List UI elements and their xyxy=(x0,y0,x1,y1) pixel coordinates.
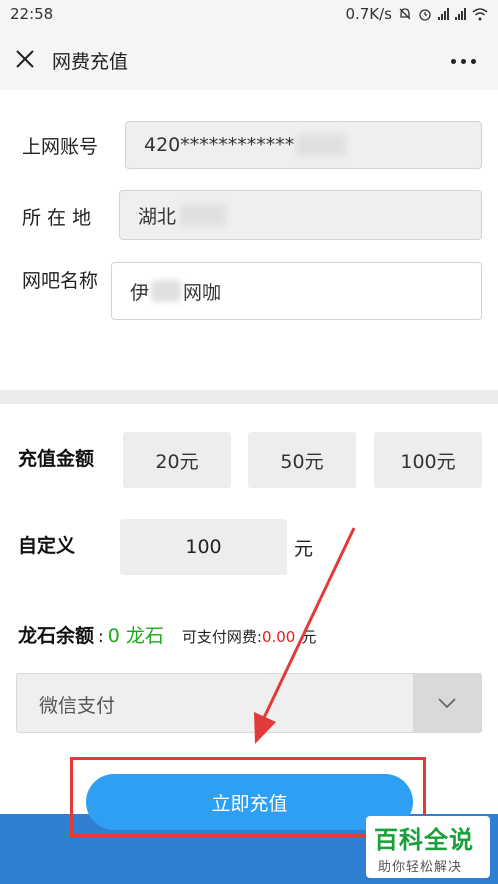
status-indicators: 0.7K/s xyxy=(345,5,488,23)
wifi-icon xyxy=(472,7,488,20)
watermark-logo: 百科全说 助你轻松解决 xyxy=(366,816,490,878)
watermark-title: 百科全说 xyxy=(374,826,474,854)
amount-option-50[interactable]: 50元 xyxy=(248,432,356,488)
account-label: 上网账号 xyxy=(22,136,99,158)
amount-label: 充值金额 xyxy=(18,448,95,470)
network-speed: 0.7K/s xyxy=(345,5,392,23)
account-value: 420************ xyxy=(144,134,295,156)
payable-label: 可支付网费: xyxy=(181,628,262,646)
account-field: 420************ xyxy=(125,121,482,169)
custom-amount-unit: 元 xyxy=(294,538,314,560)
alarm-icon xyxy=(419,9,431,21)
section-divider xyxy=(0,390,498,404)
balance-row: 龙石余额 : 0 龙石 可支付网费: 0.00 元 xyxy=(18,621,316,648)
payable-unit: 元 xyxy=(301,628,317,646)
status-time: 22:58 xyxy=(10,5,54,23)
cafe-field: 伊 网咖 xyxy=(111,262,482,320)
page-title: 网费充值 xyxy=(52,51,129,73)
cafe-value-end: 网咖 xyxy=(183,281,222,304)
payment-method-value: 微信支付 xyxy=(39,695,116,717)
status-bar: 22:58 0.7K/s xyxy=(0,0,498,30)
amount-option-100[interactable]: 100元 xyxy=(374,432,482,488)
cafe-label: 网吧名称 xyxy=(22,270,99,292)
location-label: 所 在 地 xyxy=(22,207,92,229)
location-value: 湖北 xyxy=(138,205,177,228)
nav-bar: 网费充值 xyxy=(0,30,498,90)
dropdown-toggle[interactable] xyxy=(413,674,481,732)
amount-option-20[interactable]: 20元 xyxy=(123,432,231,488)
custom-amount-label: 自定义 xyxy=(18,535,76,557)
location-field: 湖北 xyxy=(119,190,482,240)
cafe-value-start: 伊 xyxy=(130,281,150,304)
close-icon[interactable] xyxy=(14,48,36,70)
signal-icon xyxy=(438,8,449,20)
watermark-subtitle: 助你轻松解决 xyxy=(378,860,463,875)
signal-icon-2 xyxy=(455,8,466,20)
balance-colon: : xyxy=(98,627,104,647)
masked-account-blur xyxy=(296,134,347,156)
mute-icon xyxy=(399,8,411,20)
masked-cafe-blur xyxy=(151,280,182,302)
more-icon[interactable] xyxy=(451,59,476,64)
payable-value: 0.00 xyxy=(261,628,296,646)
custom-amount-input[interactable]: 100 xyxy=(120,519,287,575)
balance-value: 0 龙石 xyxy=(107,625,164,647)
payment-method-select[interactable]: 微信支付 xyxy=(16,673,482,733)
masked-location-blur xyxy=(180,204,227,226)
balance-label: 龙石余额 xyxy=(18,625,95,647)
chevron-down-icon xyxy=(438,698,456,709)
